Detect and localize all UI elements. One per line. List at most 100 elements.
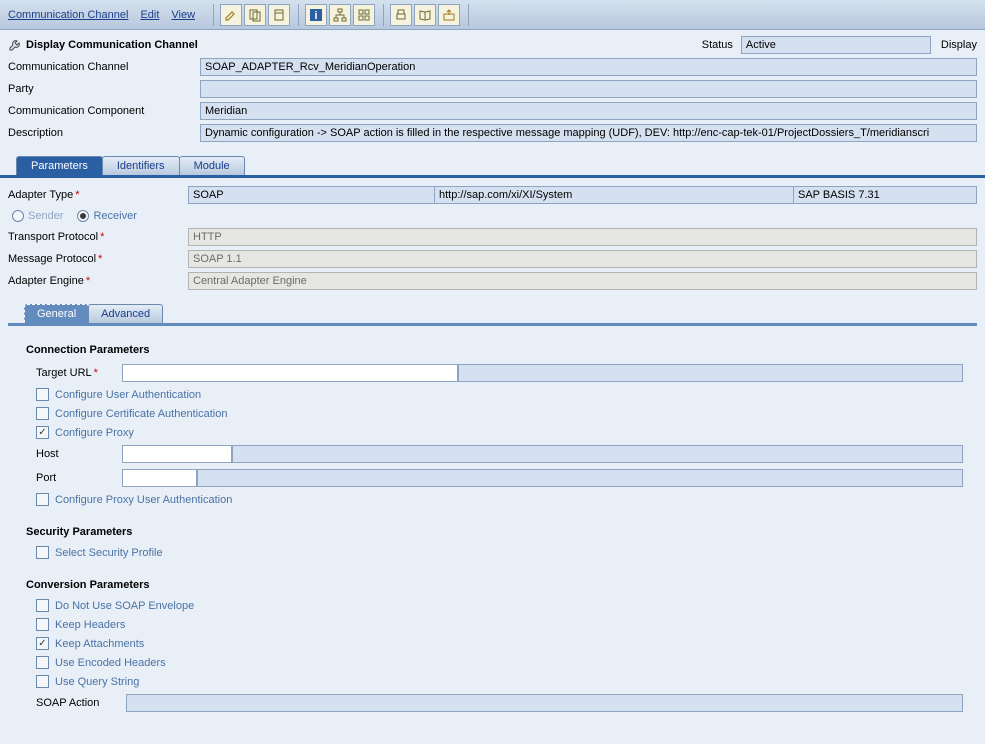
message-protocol-field[interactable]: SOAP 1.1 bbox=[188, 250, 977, 268]
svg-text:i: i bbox=[315, 10, 318, 22]
receiver-radio[interactable]: Receiver bbox=[77, 210, 136, 222]
documents-icon bbox=[272, 8, 286, 22]
info-icon: i bbox=[309, 8, 323, 22]
communication-component-label: Communication Component bbox=[8, 105, 200, 117]
host-label: Host bbox=[36, 448, 122, 460]
description-label: Description bbox=[8, 127, 200, 139]
hierarchy-icon bbox=[333, 8, 347, 22]
communication-channel-field: SOAP_ADAPTER_Rcv_MeridianOperation bbox=[200, 58, 977, 76]
toolbar-compare-button[interactable] bbox=[353, 4, 375, 26]
adapter-type-field[interactable]: SOAP bbox=[188, 186, 435, 204]
checkbox-icon bbox=[36, 546, 49, 559]
configure-proxy-checkbox[interactable]: Configure Proxy bbox=[36, 426, 963, 439]
book-icon bbox=[418, 8, 432, 22]
toolbar-export-button[interactable] bbox=[438, 4, 460, 26]
copy-icon bbox=[248, 8, 262, 22]
toolbar-copy-button[interactable] bbox=[244, 4, 266, 26]
menubar: Communication Channel Edit View i bbox=[0, 0, 985, 30]
host-input[interactable] bbox=[122, 445, 232, 463]
checkbox-icon bbox=[36, 493, 49, 506]
general-panel: Connection Parameters Target URL* Config… bbox=[8, 326, 977, 738]
toolbar-whereused-button[interactable] bbox=[329, 4, 351, 26]
toolbar-separator bbox=[468, 4, 469, 26]
menu-edit[interactable]: Edit bbox=[140, 9, 159, 21]
export-icon bbox=[442, 8, 456, 22]
adapter-swcv-field: SAP BASIS 7.31 bbox=[793, 186, 977, 204]
checkbox-icon bbox=[36, 599, 49, 612]
port-label: Port bbox=[36, 472, 122, 484]
sub-tabstrip: General Advanced bbox=[8, 294, 977, 323]
party-label: Party bbox=[8, 83, 200, 95]
checkbox-icon bbox=[36, 407, 49, 420]
page-title: Display Communication Channel bbox=[8, 38, 198, 52]
configure-user-auth-checkbox[interactable]: Configure User Authentication bbox=[36, 388, 963, 401]
query-string-checkbox[interactable]: Use Query String bbox=[36, 675, 963, 688]
message-protocol-label: Message Protocol* bbox=[8, 253, 188, 265]
toolbar-print-button[interactable] bbox=[390, 4, 412, 26]
security-parameters-title: Security Parameters bbox=[26, 526, 963, 538]
toolbar-info-button[interactable]: i bbox=[305, 4, 327, 26]
toolbar-separator bbox=[213, 4, 214, 26]
configure-proxy-user-auth-checkbox[interactable]: Configure Proxy User Authentication bbox=[36, 493, 963, 506]
toolbar-separator bbox=[383, 4, 384, 26]
no-soap-envelope-checkbox[interactable]: Do Not Use SOAP Envelope bbox=[36, 599, 963, 612]
radio-icon bbox=[12, 210, 24, 222]
configure-cert-auth-checkbox[interactable]: Configure Certificate Authentication bbox=[36, 407, 963, 420]
soap-action-input[interactable] bbox=[126, 694, 963, 712]
toolbar-paste-button[interactable] bbox=[268, 4, 290, 26]
transport-protocol-label: Transport Protocol* bbox=[8, 231, 188, 243]
sender-radio[interactable]: Sender bbox=[12, 210, 63, 222]
toolbar-open-book-button[interactable] bbox=[414, 4, 436, 26]
adapter-engine-field[interactable]: Central Adapter Engine bbox=[188, 272, 977, 290]
conversion-parameters-title: Conversion Parameters bbox=[26, 579, 963, 591]
tab-module[interactable]: Module bbox=[179, 156, 245, 175]
target-url-label: Target URL* bbox=[36, 367, 122, 379]
connection-parameters-title: Connection Parameters bbox=[26, 344, 963, 356]
tab-identifiers[interactable]: Identifiers bbox=[102, 156, 180, 175]
checkbox-icon bbox=[36, 388, 49, 401]
header-row: Display Communication Channel Status Act… bbox=[0, 30, 985, 56]
description-field: Dynamic configuration -> SOAP action is … bbox=[200, 124, 977, 142]
keep-headers-checkbox[interactable]: Keep Headers bbox=[36, 618, 963, 631]
print-icon bbox=[394, 8, 408, 22]
main-tabstrip: Parameters Identifiers Module bbox=[0, 144, 985, 175]
party-field bbox=[200, 80, 977, 98]
menu-communication-channel[interactable]: Communication Channel bbox=[8, 9, 128, 21]
keep-attachments-checkbox[interactable]: Keep Attachments bbox=[36, 637, 963, 650]
adapter-namespace-field: http://sap.com/xi/XI/System bbox=[434, 186, 794, 204]
direction-radio-group: Sender Receiver bbox=[8, 210, 977, 222]
adapter-type-label: Adapter Type* bbox=[8, 189, 188, 201]
checkbox-icon bbox=[36, 426, 49, 439]
target-url-extended[interactable] bbox=[458, 364, 963, 382]
target-url-input[interactable] bbox=[122, 364, 458, 382]
toolbar-separator bbox=[298, 4, 299, 26]
soap-action-label: SOAP Action bbox=[36, 697, 122, 709]
encoded-headers-checkbox[interactable]: Use Encoded Headers bbox=[36, 656, 963, 669]
display-link[interactable]: Display bbox=[941, 39, 977, 51]
checkbox-icon bbox=[36, 618, 49, 631]
wrench-icon bbox=[8, 38, 22, 52]
adapter-engine-label: Adapter Engine* bbox=[8, 275, 188, 287]
radio-icon bbox=[77, 210, 89, 222]
menu-view[interactable]: View bbox=[171, 9, 195, 21]
communication-component-field: Meridian bbox=[200, 102, 977, 120]
communication-channel-label: Communication Channel bbox=[8, 61, 200, 73]
host-extended[interactable] bbox=[232, 445, 963, 463]
parameters-panel: Adapter Type* SOAP http://sap.com/xi/XI/… bbox=[0, 178, 985, 742]
select-security-profile-checkbox[interactable]: Select Security Profile bbox=[36, 546, 963, 559]
toolbar-edit-button[interactable] bbox=[220, 4, 242, 26]
grid-icon bbox=[357, 8, 371, 22]
checkbox-icon bbox=[36, 656, 49, 669]
tab-parameters[interactable]: Parameters bbox=[16, 156, 103, 175]
subtab-general[interactable]: General bbox=[24, 304, 89, 323]
port-extended[interactable] bbox=[197, 469, 963, 487]
page-title-text: Display Communication Channel bbox=[26, 39, 198, 51]
status-label: Status bbox=[702, 39, 733, 51]
checkbox-icon bbox=[36, 675, 49, 688]
status-field: Active bbox=[741, 36, 931, 54]
subtab-advanced[interactable]: Advanced bbox=[88, 304, 163, 323]
transport-protocol-field[interactable]: HTTP bbox=[188, 228, 977, 246]
port-input[interactable] bbox=[122, 469, 197, 487]
checkbox-icon bbox=[36, 637, 49, 650]
pencil-icon bbox=[224, 8, 238, 22]
